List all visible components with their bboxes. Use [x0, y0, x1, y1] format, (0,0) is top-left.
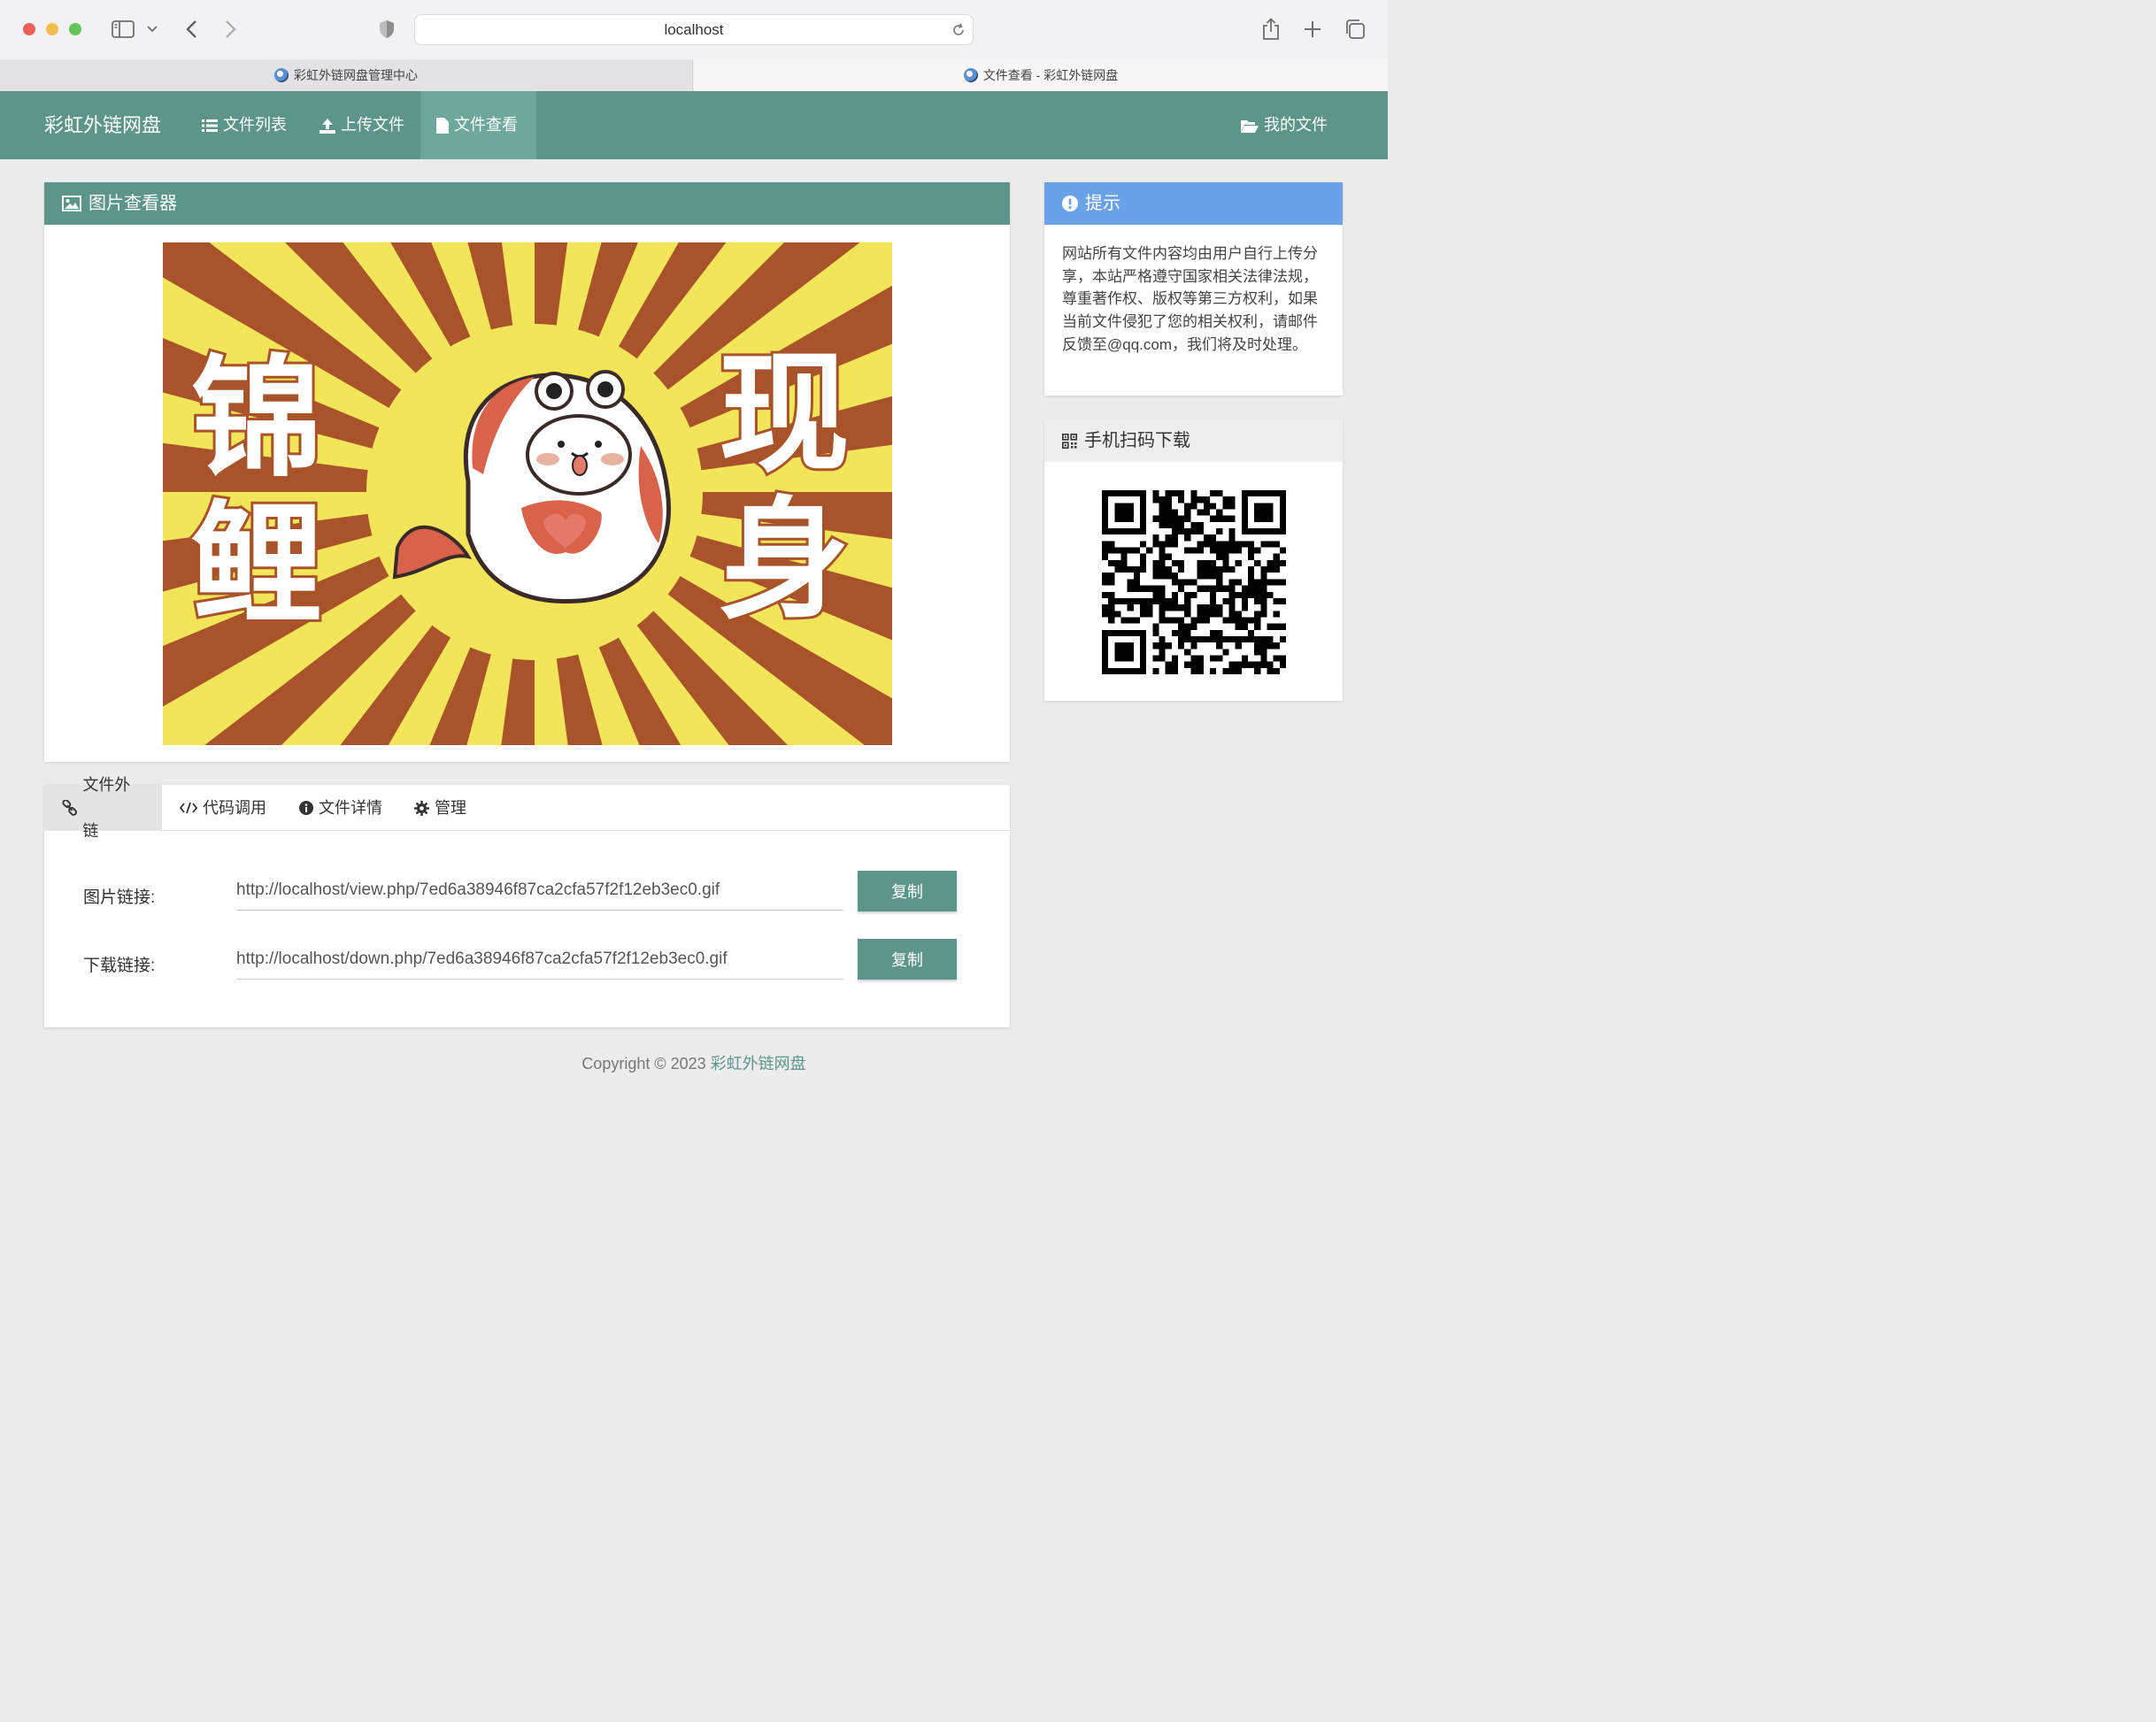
- nav-file-list[interactable]: 文件列表: [186, 91, 303, 159]
- favicon-icon: [274, 68, 289, 82]
- favicon-icon: [963, 68, 978, 82]
- share-icon[interactable]: [1259, 16, 1283, 42]
- minimize-window-button[interactable]: [46, 23, 58, 35]
- zoom-window-button[interactable]: [69, 23, 81, 35]
- notice-panel: 提示 网站所有文件内容均由用户自行上传分享，本站严格遵守国家相关法律法规，尊重著…: [1044, 182, 1343, 396]
- file-links-panel: 文件外链 代码调用 文件详情 管理 图片链接: 复制 下载链接: 复制: [44, 776, 1010, 1027]
- browser-tab-title: 文件查看 - 彩虹外链网盘: [982, 68, 1119, 82]
- tab-file-details[interactable]: 文件详情: [281, 785, 400, 831]
- qr-header: 手机扫码下载: [1044, 419, 1343, 462]
- copyright-text: Copyright © 2023: [581, 1055, 711, 1072]
- tab-label: 文件详情: [319, 799, 382, 817]
- download-link-label: 下载链接:: [83, 957, 156, 975]
- image-text-right-2: 身: [719, 482, 850, 636]
- browser-chrome: localhost 彩虹外链网盘管理中心 文件查看 - 彩虹外链网盘: [0, 0, 1388, 91]
- sidebar-toggle-icon[interactable]: [110, 16, 136, 42]
- info-icon: [299, 801, 313, 815]
- address-bar[interactable]: localhost: [414, 14, 974, 45]
- notice-header: 提示: [1044, 182, 1343, 225]
- image-viewer-panel: 图片查看器 锦 鲤 现 身: [44, 182, 1010, 762]
- image-link-label: 图片链接:: [83, 888, 156, 907]
- code-icon: [180, 802, 197, 814]
- tab-file-link[interactable]: 文件外链: [44, 776, 162, 840]
- panel-title: 图片查看器: [89, 194, 177, 213]
- forward-icon[interactable]: [219, 16, 243, 42]
- nav-file-view[interactable]: 文件查看: [420, 91, 536, 159]
- browser-tab-title: 彩虹外链网盘管理中心: [294, 68, 418, 82]
- qr-download-panel: 手机扫码下载: [1044, 419, 1343, 701]
- link-icon: [62, 800, 77, 816]
- copy-download-link-button[interactable]: 复制: [858, 939, 957, 980]
- url-text: localhost: [664, 21, 724, 38]
- download-link-field[interactable]: [236, 939, 843, 980]
- qr-code-image: [1102, 490, 1286, 674]
- chevron-down-icon[interactable]: [143, 16, 161, 42]
- close-window-button[interactable]: [23, 23, 35, 35]
- nav-upload[interactable]: 上传文件: [304, 91, 420, 159]
- reload-icon[interactable]: [951, 15, 966, 48]
- tab-label: 文件外链: [82, 776, 131, 840]
- browser-toolbar: localhost: [0, 0, 1388, 59]
- image-viewer-header: 图片查看器: [44, 182, 1010, 225]
- shield-icon[interactable]: [375, 16, 398, 42]
- upload-icon: [320, 118, 335, 134]
- gear-icon: [414, 800, 429, 816]
- list-icon: [202, 119, 218, 132]
- browser-tab-admin[interactable]: 彩虹外链网盘管理中心: [0, 59, 693, 91]
- image-text-right-1: 现: [719, 336, 850, 490]
- page-footer: Copyright © 2023 彩虹外链网盘: [0, 1051, 1388, 1074]
- back-icon[interactable]: [180, 16, 203, 42]
- new-tab-icon[interactable]: [1301, 16, 1324, 42]
- koi-sticker-image: 锦 鲤 现 身: [163, 242, 892, 745]
- exclamation-circle-icon: [1062, 196, 1078, 211]
- nav-item-label: 我的文件: [1264, 116, 1328, 134]
- site-navbar: 彩虹外链网盘 文件列表 上传文件 文件查看 我的文件: [0, 91, 1388, 159]
- tab-overview-icon[interactable]: [1343, 16, 1367, 42]
- copy-image-link-button[interactable]: 复制: [858, 871, 957, 911]
- image-link-field[interactable]: [236, 870, 843, 911]
- site-brand[interactable]: 彩虹外链网盘: [44, 91, 161, 159]
- panel-title: 提示: [1085, 194, 1120, 213]
- folder-open-icon: [1241, 119, 1259, 133]
- tab-label: 管理: [435, 799, 466, 817]
- nav-my-files[interactable]: 我的文件: [1225, 91, 1344, 159]
- preview-image[interactable]: 锦 鲤 现 身: [163, 242, 892, 745]
- browser-tab-strip: 彩虹外链网盘管理中心 文件查看 - 彩虹外链网盘: [0, 59, 1388, 91]
- nav-item-label: 上传文件: [341, 116, 404, 134]
- nav-item-label: 文件列表: [223, 116, 287, 134]
- nav-item-label: 文件查看: [454, 116, 518, 134]
- tab-manage[interactable]: 管理: [397, 785, 484, 831]
- panel-title: 手机扫码下载: [1084, 431, 1190, 450]
- browser-tab-file-view[interactable]: 文件查看 - 彩虹外链网盘: [694, 59, 1388, 91]
- links-tabbar: 文件外链 代码调用 文件详情 管理: [44, 776, 1010, 840]
- file-icon: [436, 117, 449, 134]
- footer-brand-link[interactable]: 彩虹外链网盘: [711, 1055, 806, 1072]
- tab-label: 代码调用: [203, 799, 266, 817]
- image-text-left-2: 鲤: [191, 487, 322, 641]
- image-icon: [62, 196, 81, 211]
- qrcode-icon: [1062, 433, 1077, 449]
- image-text-left-1: 锦: [191, 341, 322, 495]
- notice-text: 网站所有文件内容均由用户自行上传分享，本站严格遵守国家相关法律法规，尊重著作权、…: [1062, 245, 1318, 353]
- tab-code-embed[interactable]: 代码调用: [162, 785, 284, 831]
